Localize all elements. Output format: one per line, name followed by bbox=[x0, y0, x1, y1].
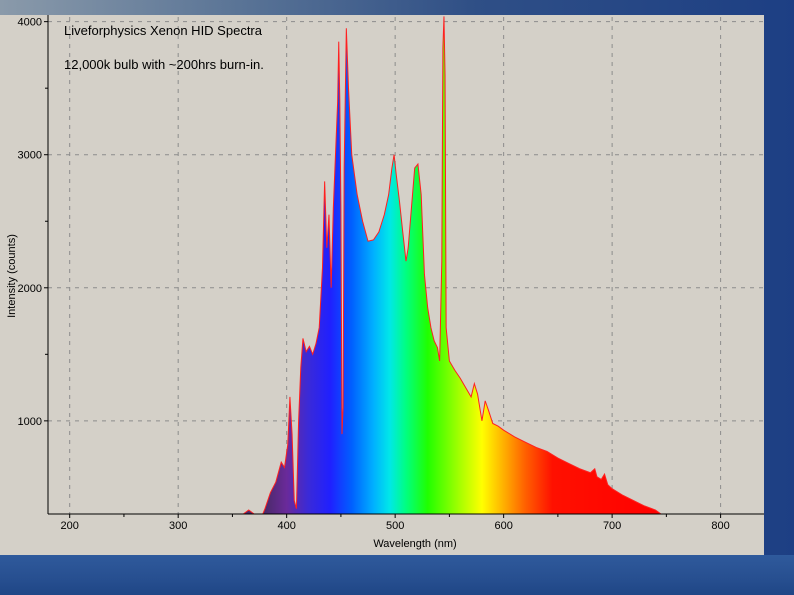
x-tick-label: 300 bbox=[169, 520, 187, 532]
y-tick-label: 4000 bbox=[18, 17, 42, 29]
spectrum-fill bbox=[48, 16, 764, 515]
x-tick-label: 400 bbox=[277, 520, 295, 532]
y-tick-label: 2000 bbox=[18, 283, 42, 295]
x-axis-label: Wavelength (nm) bbox=[373, 538, 456, 550]
x-tick-label: 200 bbox=[61, 520, 79, 532]
x-tick-label: 800 bbox=[711, 520, 729, 532]
spectrum-chart: 200 300 400 500 600 700 800 1000 2000 3000 4000 Li… bbox=[6, 15, 764, 550]
x-tick-label: 500 bbox=[386, 520, 404, 532]
y-tick-label: 3000 bbox=[18, 150, 42, 162]
y-axis-label: Intensity (counts) bbox=[6, 234, 18, 318]
chart-subtitle: 12,000k bulb with ~200hrs burn-in. bbox=[64, 57, 264, 72]
x-tick-label: 600 bbox=[494, 520, 512, 532]
x-tick-label: 700 bbox=[603, 520, 621, 532]
y-tick-label: 1000 bbox=[18, 416, 42, 428]
chart-title: Liveforphysics Xenon HID Spectra bbox=[64, 23, 263, 38]
